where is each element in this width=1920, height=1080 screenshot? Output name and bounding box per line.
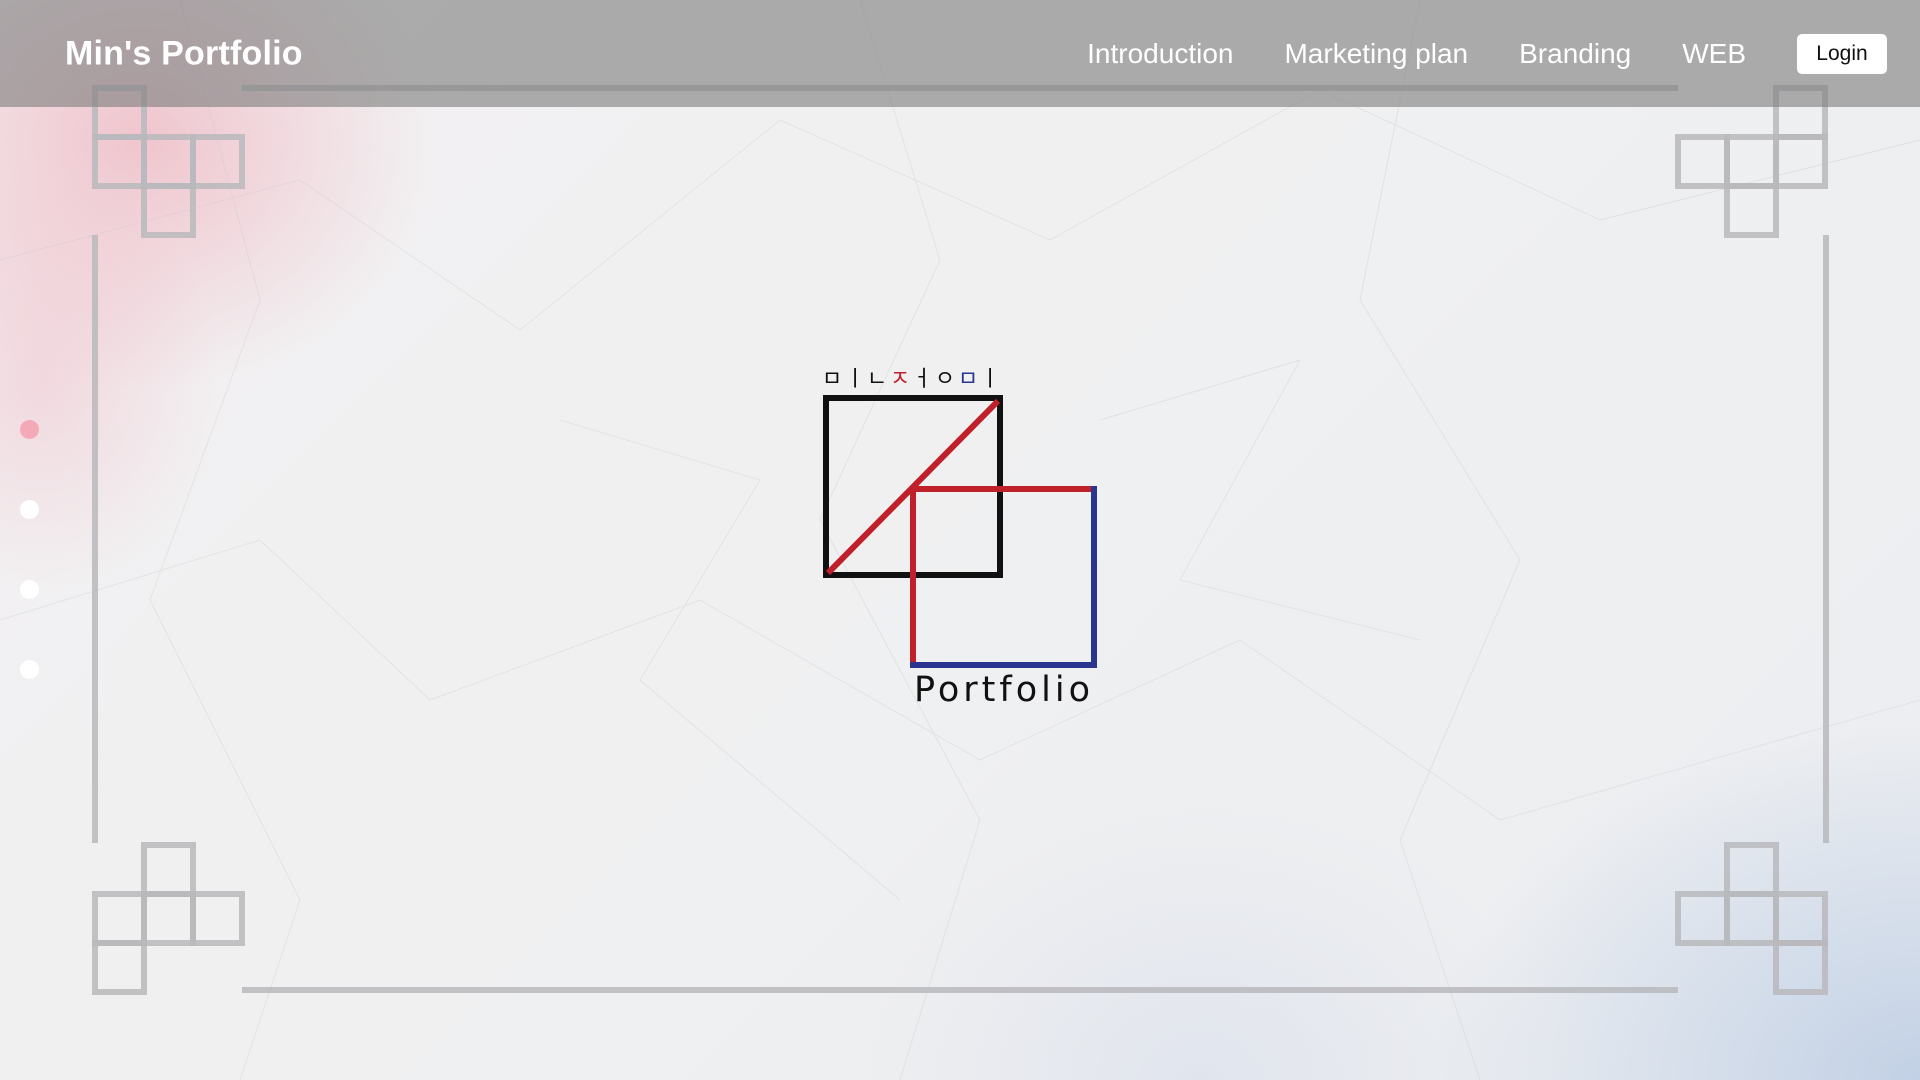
logo-mark: ㅁ ㅣ ㄴ ㅈ ㅓ ㅇ ㅁ ㅣ (822, 367, 1097, 668)
main-nav: Introduction Marketing plan Branding WEB… (1087, 0, 1920, 107)
nav-branding[interactable]: Branding (1519, 38, 1631, 70)
logo-wordmark: Portfolio (914, 670, 1094, 710)
logo-jamo-2: ㅣ (845, 367, 865, 392)
logo-jamo-1: ㅁ (822, 367, 842, 392)
logo-jamo-5: ㅓ (912, 367, 932, 392)
corner-ornament-bottom-left (95, 845, 242, 992)
section-dot-2[interactable] (20, 500, 39, 519)
top-navigation-bar: Min's Portfolio Introduction Marketing p… (0, 0, 1920, 107)
corner-ornament-bottom-right (1678, 845, 1825, 992)
logo-jamo-6: ㅇ (935, 367, 955, 392)
logo-jamo-8: ㅣ (980, 367, 1000, 392)
section-dot-1[interactable] (20, 420, 39, 439)
section-dot-3[interactable] (20, 580, 39, 599)
corner-ornament-top-left (95, 88, 242, 235)
logo-jamo-7: ㅁ (958, 367, 978, 392)
nav-web[interactable]: WEB (1682, 38, 1746, 70)
nav-introduction[interactable]: Introduction (1087, 38, 1233, 70)
site-brand[interactable]: Min's Portfolio (65, 34, 303, 73)
logo-jamo-3: ㄴ (867, 367, 887, 392)
corner-ornament-top-right (1678, 88, 1825, 235)
section-dot-4[interactable] (20, 660, 39, 679)
section-pagination (20, 420, 39, 740)
logo-jamo-4: ㅈ (890, 367, 910, 392)
portfolio-logo: ㅁ ㅣ ㄴ ㅈ ㅓ ㅇ ㅁ ㅣ Portfolio (820, 362, 1100, 722)
login-button[interactable]: Login (1797, 33, 1887, 74)
nav-marketing-plan[interactable]: Marketing plan (1284, 38, 1468, 70)
